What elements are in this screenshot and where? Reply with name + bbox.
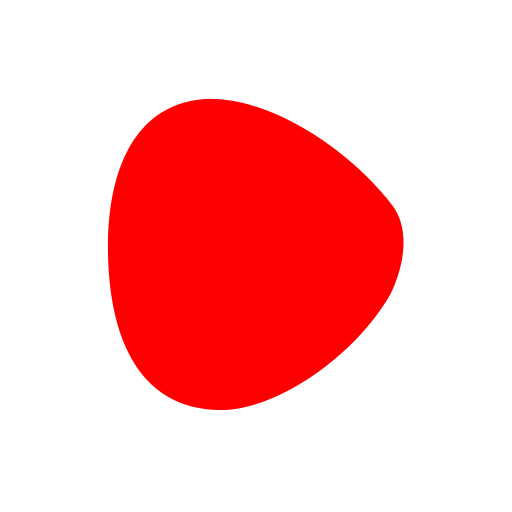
play-icon[interactable] [0,0,512,512]
icon-canvas [0,0,512,512]
play-shape [107,98,404,411]
